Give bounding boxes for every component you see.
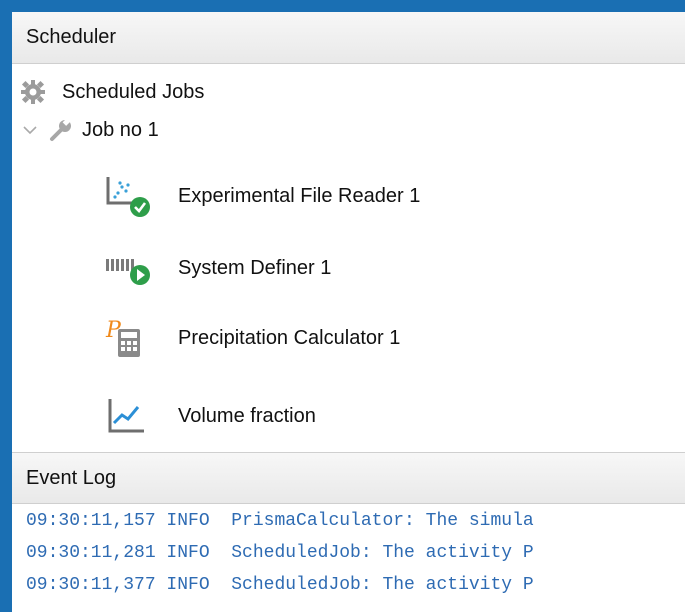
tree-item-label: Job no 1 bbox=[82, 118, 159, 141]
event-log-title: Event Log bbox=[26, 466, 117, 489]
scheduler-panel-header: Scheduler bbox=[12, 12, 685, 64]
gear-icon bbox=[20, 79, 46, 105]
job-activity-precipitation-calculator[interactable]: P Precipitation Calculator 1 bbox=[104, 310, 400, 366]
event-log-content[interactable]: 09:30:11,157 INFO PrismaCalculator: The … bbox=[12, 505, 685, 612]
scheduler-window: Scheduler Scheduled Jobs Job no 1 Experi… bbox=[12, 12, 685, 612]
scatter-plot-check-icon bbox=[104, 173, 152, 219]
activity-label: Experimental File Reader 1 bbox=[178, 184, 421, 207]
job-activity-volume-fraction[interactable]: Volume fraction bbox=[104, 388, 316, 444]
tree-item-label: Scheduled Jobs bbox=[62, 80, 205, 103]
activity-label: Volume fraction bbox=[178, 404, 316, 427]
table-play-icon bbox=[104, 245, 152, 291]
log-line: 09:30:11,157 INFO PrismaCalculator: The … bbox=[26, 511, 534, 531]
tree-item-scheduled-jobs[interactable]: Scheduled Jobs bbox=[20, 72, 204, 112]
scheduler-tree: Scheduled Jobs Job no 1 Experimental Fil… bbox=[12, 72, 685, 457]
job-activity-experimental-file-reader[interactable]: Experimental File Reader 1 bbox=[104, 168, 420, 224]
tree-item-job[interactable]: Job no 1 bbox=[20, 112, 159, 148]
activity-label: Precipitation Calculator 1 bbox=[178, 326, 401, 349]
job-activity-system-definer[interactable]: System Definer 1 bbox=[104, 240, 331, 296]
chevron-down-icon[interactable] bbox=[20, 125, 40, 135]
log-line: 09:30:11,281 INFO ScheduledJob: The acti… bbox=[26, 543, 534, 563]
window-border: Scheduler Scheduled Jobs Job no 1 Experi… bbox=[0, 0, 685, 612]
log-line: 09:30:11,377 INFO ScheduledJob: The acti… bbox=[26, 575, 534, 595]
scheduler-title: Scheduler bbox=[26, 26, 117, 48]
activity-label: System Definer 1 bbox=[178, 256, 332, 279]
wrench-icon bbox=[48, 117, 74, 143]
event-log-panel-header: Event Log bbox=[12, 452, 685, 504]
calculator-icon: P bbox=[104, 315, 152, 361]
line-chart-icon bbox=[104, 393, 152, 439]
